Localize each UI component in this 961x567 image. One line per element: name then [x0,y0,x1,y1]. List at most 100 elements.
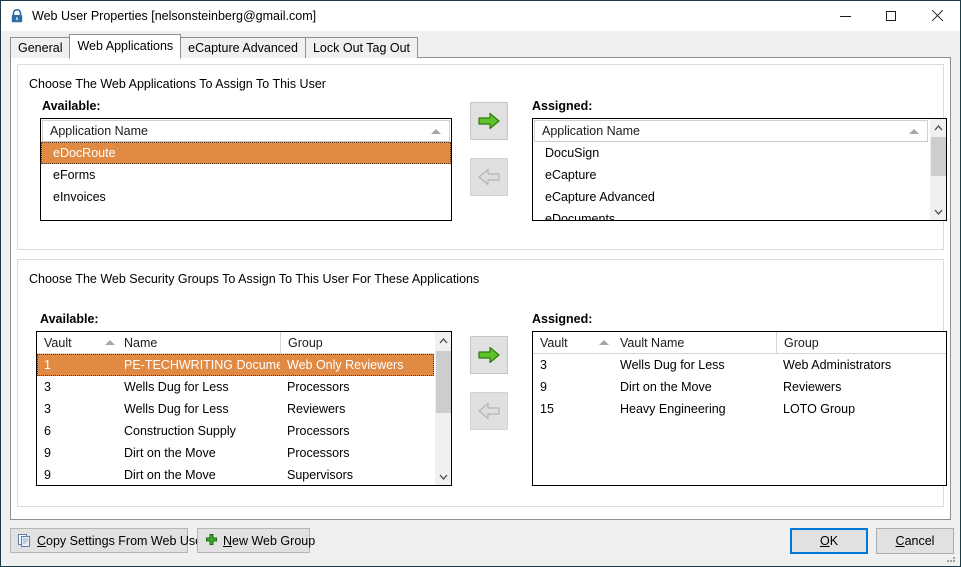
table-row[interactable]: 15 Heavy Engineering LOTO Group [533,398,946,420]
assigned-applications-list[interactable]: Application Name DocuSign eCapture eCapt… [532,118,947,221]
list-item[interactable]: eDocRoute [41,142,451,164]
copy-document-icon [17,533,32,548]
cell-vault: 1 [44,358,51,372]
column-header-group[interactable]: Group [280,332,434,353]
cancel-label: Cancel [895,534,935,548]
list-item[interactable]: eCapture [533,164,928,186]
copy-settings-from-web-user-button[interactable]: Copy Settings From Web User [10,528,206,553]
tab-lock-out-tag-out[interactable]: Lock Out Tag Out [304,37,419,58]
assign-application-button[interactable] [470,102,508,140]
ok-button[interactable]: OK [790,528,868,554]
list-item-label: eForms [53,168,96,182]
arrow-right-icon [478,112,500,130]
ok-label: OK [819,534,839,548]
available-groups-grid[interactable]: Vault Name Group 1 PE-TECHWRITING Docume… [36,331,452,486]
column-header-vault-name[interactable]: Vault Name [613,332,776,353]
cancel-button[interactable]: Cancel [876,528,954,554]
scroll-up-button[interactable] [930,119,946,136]
sort-ascending-icon [909,128,919,134]
table-row[interactable]: 9 Dirt on the Move Processors [37,442,434,464]
list-item-label: eCapture [545,168,597,182]
assigned-applications-header[interactable]: Application Name [534,120,928,142]
chevron-up-icon [934,124,942,130]
scroll-down-button[interactable] [930,203,946,220]
assigned-applications-scrollbar[interactable] [929,119,946,220]
sort-ascending-icon [431,128,441,134]
maximize-icon [886,11,896,21]
tab-strip: General Web Applications eCapture Advanc… [1,31,960,59]
sort-ascending-icon [105,340,115,345]
applications-assigned-label: Assigned: [532,99,593,113]
list-item[interactable]: eForms [41,164,451,186]
scroll-thumb[interactable] [931,137,946,177]
list-item[interactable]: eInvoices [41,186,451,208]
scroll-track[interactable] [435,349,451,468]
cell-vault-name: Dirt on the Move [620,380,712,394]
list-item[interactable]: DocuSign [533,142,928,164]
column-header-name[interactable]: Name [117,332,280,353]
close-icon [931,10,943,22]
table-row[interactable]: 3 Wells Dug for Less Processors [37,376,434,398]
table-row[interactable]: 9 Dirt on the Move Supervisors [37,464,434,485]
cell-vault: 9 [44,468,51,482]
cell-group: Supervisors [287,468,353,482]
scroll-track[interactable] [930,136,946,203]
assigned-groups-rows: 3 Wells Dug for Less Web Administrators … [533,354,946,485]
column-header-group[interactable]: Group [776,332,946,353]
list-item-label: eInvoices [53,190,106,204]
sort-ascending-icon [599,340,609,345]
table-row[interactable]: 6 Construction Supply Processors [37,420,434,442]
unassign-group-button[interactable] [470,392,508,430]
minimize-button[interactable] [822,1,868,31]
minimize-icon [839,15,851,17]
table-row[interactable]: 1 PE-TECHWRITING Documents Web Only Revi… [37,354,434,376]
scroll-thumb[interactable] [436,351,451,414]
cell-vault: 9 [44,446,51,460]
available-groups-scrollbar[interactable] [434,332,451,485]
resize-grip[interactable] [945,552,957,564]
tab-ecapture-advanced[interactable]: eCapture Advanced [180,37,306,58]
scroll-down-button[interactable] [435,468,451,485]
window-title: Web User Properties [nelsonsteinberg@gma… [32,9,317,23]
new-web-group-button[interactable]: New Web Group [197,528,315,553]
table-row[interactable]: 9 Dirt on the Move Reviewers [533,376,946,398]
cell-vault-name: Heavy Engineering [620,402,726,416]
cell-group: Processors [287,424,350,438]
unassign-application-button[interactable] [470,158,508,196]
copy-settings-label: Copy Settings From Web User [37,533,207,548]
cell-name: Construction Supply [124,424,236,438]
tab-general[interactable]: General [10,37,71,58]
close-button[interactable] [914,1,960,31]
cell-vault: 3 [540,358,547,372]
dialog-window: Web User Properties [nelsonsteinberg@gma… [0,0,961,567]
new-web-group-label: New Web Group [223,533,316,548]
chevron-up-icon [439,337,447,343]
list-item-label: eDocuments [545,212,616,220]
assign-group-button[interactable] [470,336,508,374]
table-row[interactable]: 3 Wells Dug for Less Reviewers [37,398,434,420]
list-item[interactable]: eCapture Advanced [533,186,928,208]
scroll-up-button[interactable] [435,332,451,349]
list-item-label: eDocRoute [53,146,116,160]
applications-available-label: Available: [42,99,101,113]
list-item[interactable]: eDocuments [533,208,928,220]
cell-group: Processors [287,380,350,394]
cell-vault: 9 [540,380,547,394]
chevron-down-icon [934,209,942,215]
cell-group: Reviewers [287,402,346,416]
cell-name: Dirt on the Move [124,468,216,482]
table-row[interactable]: 3 Wells Dug for Less Web Administrators [533,354,946,376]
lock-icon [9,8,25,24]
assigned-groups-grid[interactable]: Vault Vault Name Group 3 Wells Dug for L… [532,331,947,486]
arrow-left-icon [478,168,500,186]
cell-name: PE-TECHWRITING Documents [124,358,280,372]
tab-web-applications[interactable]: Web Applications [69,34,182,59]
available-applications-list[interactable]: Application Name eDocRoute eForms eInvoi… [40,118,452,221]
cell-name: Dirt on the Move [124,446,216,460]
column-header-application-name[interactable]: Application Name [535,121,901,141]
available-applications-header[interactable]: Application Name [42,120,450,142]
maximize-button[interactable] [868,1,914,31]
available-groups-header-row: Vault Name Group [37,332,434,354]
cell-group: Processors [287,446,350,460]
column-header-application-name[interactable]: Application Name [43,121,423,141]
